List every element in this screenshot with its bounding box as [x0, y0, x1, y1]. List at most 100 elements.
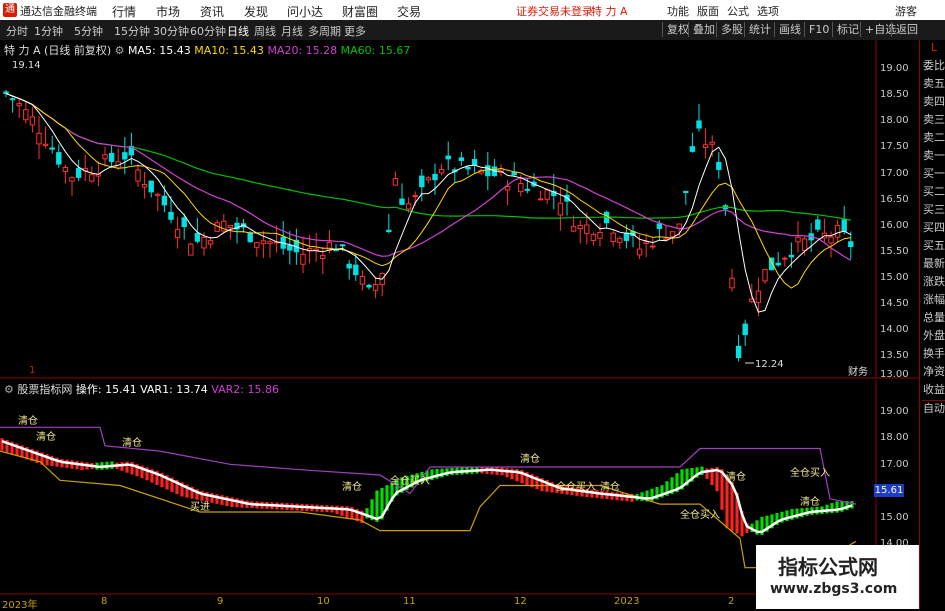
candle-body [254, 242, 260, 248]
diejia-button[interactable]: 叠加 [688, 22, 715, 37]
fuquan-button[interactable]: 复权 [662, 22, 689, 37]
candle-body [438, 169, 445, 174]
period-multi[interactable]: 多周期 [308, 23, 341, 39]
signal-label: 全仓买入 [680, 508, 720, 521]
trade-status[interactable]: 证券交易未登录 [516, 3, 593, 19]
candle-body [742, 323, 748, 336]
candle-body [23, 109, 29, 121]
menu-caifuquan[interactable]: 财富圈 [342, 3, 378, 20]
guest-login[interactable]: 游客 [895, 3, 917, 19]
duogu-button[interactable]: 多股 [716, 22, 743, 37]
y-tick: 16.00 [880, 220, 909, 231]
indicator-bar [340, 505, 344, 516]
sidebar-auto[interactable]: 自动 [922, 400, 945, 417]
period-month[interactable]: 月线 [281, 23, 303, 39]
event-mark-caiwu[interactable]: 财务 [848, 365, 868, 378]
watermark: 指标公式网 www.zbgs3.com [756, 545, 919, 609]
y-tick: 16.50 [880, 194, 909, 205]
candle-body [141, 183, 148, 188]
candle-body [471, 158, 478, 166]
period-1min[interactable]: 1分钟 [34, 23, 63, 39]
signal-label: 全仓买入 [556, 480, 596, 493]
back-button[interactable]: 返回 [891, 22, 918, 37]
date-label: 2 [728, 596, 735, 607]
candle-body [775, 262, 781, 266]
candle-body [702, 144, 709, 148]
var2-label: VAR2: 15.86 [211, 383, 279, 396]
candle-body [465, 166, 471, 170]
candle-body [570, 226, 577, 232]
settings-icon[interactable]: ⚙ [4, 383, 14, 396]
candle-body [636, 248, 643, 256]
candle-body [102, 154, 108, 160]
date-label: 9 [217, 596, 224, 607]
candle-body [716, 161, 722, 170]
huaxian-button[interactable]: 画线 [774, 22, 801, 37]
candle-body [788, 254, 795, 258]
candle-body [161, 195, 168, 206]
candle-body [29, 116, 36, 126]
candle-body [755, 290, 762, 304]
candle-body [227, 224, 234, 229]
period-60min[interactable]: 60分钟 [190, 23, 226, 39]
indicator-bar [830, 503, 834, 514]
candle-body [597, 232, 603, 239]
sidebar-l[interactable]: L [922, 40, 945, 56]
candle-body [359, 276, 366, 285]
candle-body [174, 229, 181, 239]
y-tick: 17.50 [880, 141, 909, 152]
event-mark-1[interactable]: 1 [29, 365, 35, 376]
quote-sidebar: L 委比 卖五 卖四 卖三 卖二 卖一 买一 买二 买三 买四 买五 最新 涨跌… [919, 40, 945, 609]
candle-body [366, 284, 372, 288]
menu-hangqing[interactable]: 行情 [112, 3, 136, 20]
menu-faxian[interactable]: 发现 [244, 3, 268, 20]
sidebar-volume: 总量 [923, 311, 945, 324]
menu-gongneng[interactable]: 功能 [667, 3, 689, 19]
menu-xuanxiang[interactable]: 选项 [757, 3, 779, 19]
period-week[interactable]: 周线 [254, 23, 276, 39]
candle-body [735, 345, 742, 359]
candle-body [56, 152, 62, 165]
menu-zixun[interactable]: 资讯 [200, 3, 224, 20]
candle-body [181, 217, 187, 228]
candle-body [537, 198, 544, 201]
indicator-bar [505, 468, 509, 478]
settings-icon[interactable]: ⚙ [115, 44, 125, 57]
period-5min[interactable]: 5分钟 [74, 23, 103, 39]
date-label: 8 [101, 596, 108, 607]
biaoji-button[interactable]: 标记 [832, 22, 859, 37]
menu-wenxiaoda[interactable]: 问小达 [287, 3, 323, 20]
indicator-bar [510, 468, 514, 480]
indicator-bar [225, 496, 229, 507]
candle-body [247, 232, 253, 243]
candle-body [135, 169, 141, 182]
ma10-label: MA10: 15.43 [194, 44, 264, 57]
y-tick: 19.00 [880, 63, 909, 74]
sidebar-turnover: 换手 [923, 347, 945, 360]
app-logo-icon: 通 [3, 3, 17, 17]
sidebar-sell4: 卖四 [923, 95, 945, 108]
candle-body [267, 241, 273, 245]
signal-label: 清仓 [342, 480, 362, 493]
candle-body [36, 132, 42, 145]
menu-gongshi[interactable]: 公式 [727, 3, 749, 19]
candle-body [518, 183, 524, 193]
y-tick: 19.00 [880, 406, 909, 417]
menu-shichang[interactable]: 市场 [156, 3, 180, 20]
indicator-bar [230, 497, 234, 508]
period-15min[interactable]: 15分钟 [114, 23, 150, 39]
f10-button[interactable]: F10 [804, 22, 829, 37]
sidebar-change: 涨跌 [923, 275, 945, 288]
price-chart[interactable]: 19.14 12.24 1 财务 19.00 18.50 18.00 17.50… [0, 40, 919, 379]
period-30min[interactable]: 30分钟 [153, 23, 189, 39]
menu-banmian[interactable]: 版面 [697, 3, 719, 19]
tongji-button[interactable]: 统计 [744, 22, 771, 37]
candle-body [372, 283, 379, 291]
period-more[interactable]: 更多 [344, 23, 366, 39]
var1-label: VAR1: 13.74 [140, 383, 208, 396]
menu-jiaoyi[interactable]: 交易 [397, 3, 421, 20]
period-day[interactable]: 日线 [227, 23, 249, 39]
candle-body [643, 241, 649, 244]
candle-body [201, 236, 207, 249]
period-fenshi[interactable]: 分时 [6, 23, 28, 39]
